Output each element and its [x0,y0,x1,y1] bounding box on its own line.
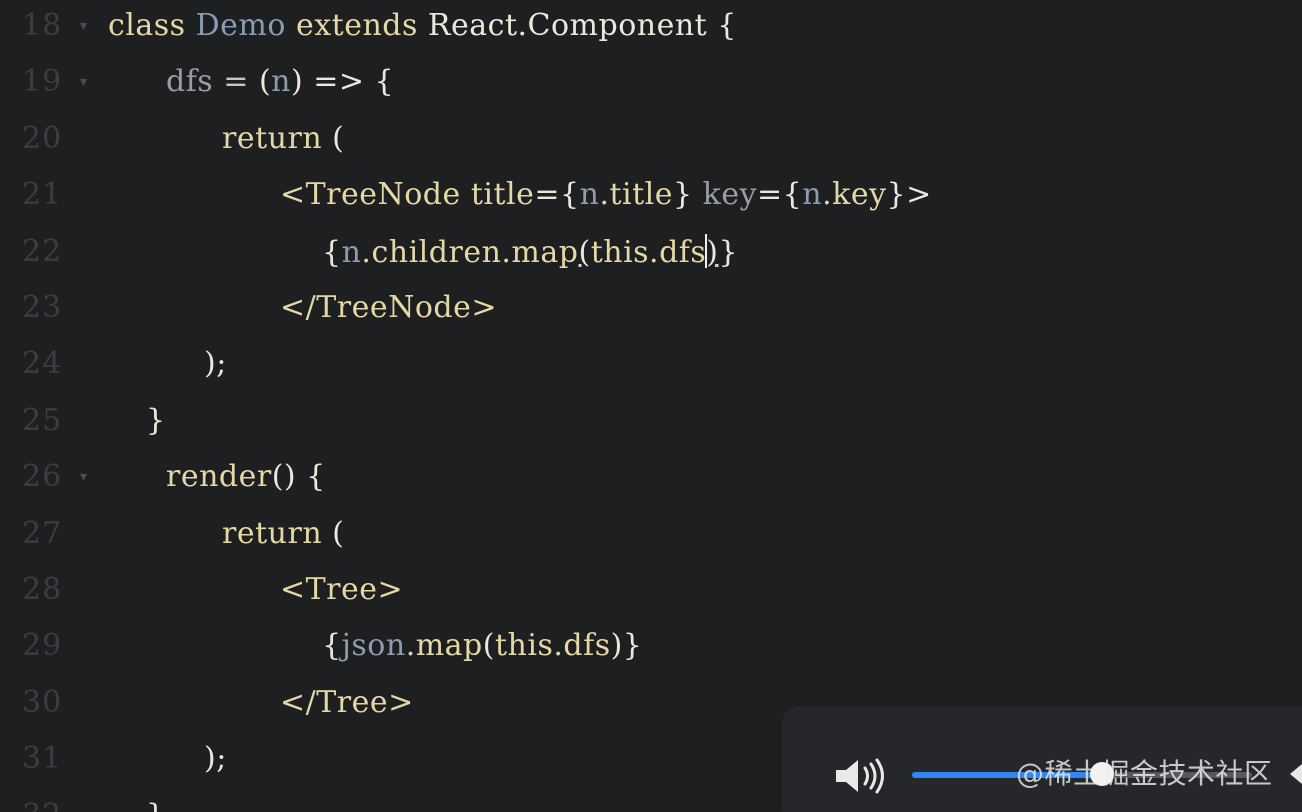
code-text[interactable]: {n.children.map(this.dfs)} [322,233,739,270]
code-token: )} [610,628,643,664]
code-token: .key [822,177,887,213]
line-number: 24 [22,346,63,382]
code-text[interactable]: } [146,798,166,812]
code-editor[interactable]: 18 ▾ class Demo extends React.Component {1… [0,0,1302,812]
code-token: } [718,234,739,270]
code-text[interactable]: class Demo extends React.Component { [108,8,737,43]
code-token: ); [204,346,227,382]
fold-arrow-icon[interactable]: ▾ [80,74,87,90]
chevron-left-icon[interactable] [1290,764,1302,784]
line-number: 20 [22,120,63,156]
line-number: 21 [22,177,63,213]
line-number: 22 [22,233,63,269]
code-token: .children.map [361,234,579,270]
code-token: ={ [757,177,803,213]
code-token: extends [295,8,428,43]
code-token: n [802,177,823,213]
code-token: ( [482,628,495,664]
code-token: key [702,177,758,213]
code-line[interactable]: 29 {json.map(this.dfs)} [0,622,1302,678]
code-text[interactable]: ); [204,346,227,381]
line-number: 30 [22,684,63,720]
fold-arrow-icon[interactable]: ▾ [80,469,87,485]
code-token: n [579,177,600,213]
code-text[interactable]: } [146,403,166,438]
line-number: 26 [22,459,63,495]
line-number: 19 [22,64,63,100]
code-text[interactable]: <Tree> [280,572,403,607]
code-token: } [146,402,166,438]
code-text[interactable]: </Tree> [280,685,414,720]
code-token: json [341,628,406,664]
code-line[interactable]: 27 return ( [0,510,1302,566]
code-token: } [673,177,703,213]
code-token: return [222,120,333,156]
code-token: { [322,628,342,664]
code-text[interactable]: {json.map(this.dfs)} [322,628,642,663]
code-line[interactable]: 18 ▾ class Demo extends React.Component { [0,2,1302,58]
line-number: 25 [22,402,63,438]
code-token: <TreeNode [280,177,471,213]
code-token: title [470,177,535,213]
code-text[interactable]: return ( [222,121,344,156]
code-token: ) [706,234,719,270]
code-text[interactable]: <TreeNode title={n.title} key={n.key}> [280,177,932,212]
code-token: ( [578,234,591,270]
line-number: 28 [22,572,63,607]
code-line[interactable]: 24); [0,340,1302,396]
watermark: @稀土掘金技术社区 [1016,757,1273,790]
code-token: n [341,234,362,270]
code-token: } [146,798,166,812]
code-token: () { [271,459,326,495]
code-token: ={ [534,177,580,213]
code-token: ( [332,120,345,156]
code-token: render [166,459,272,495]
code-token: ); [204,741,227,777]
code-token: Demo [195,8,296,43]
code-line[interactable]: 25} [0,397,1302,453]
line-number: 23 [22,290,63,325]
code-token: .map [405,628,483,664]
code-text[interactable]: ); [204,741,227,776]
code-token: </Tree> [280,684,414,720]
code-text[interactable]: render() { [166,459,326,494]
code-token: { [322,234,342,270]
code-text[interactable]: </TreeNode> [280,290,497,325]
code-token: dfs [166,64,224,100]
code-line[interactable]: 19 ▾ dfs = (n) => { [0,58,1302,114]
code-token: ( [332,515,345,551]
code-token: }> [886,177,932,213]
line-number: 29 [22,628,63,664]
code-line[interactable]: 21 <TreeNode title={n.title} key={n.key}> [0,171,1302,227]
code-line[interactable]: 26 ▾ render() { [0,453,1302,509]
code-token: </TreeNode> [280,290,498,325]
line-number: 31 [22,741,63,777]
code-token: ) => { [290,64,395,100]
speaker-icon[interactable] [832,756,888,796]
code-token: this.dfs [590,234,707,270]
code-token: class [108,8,196,43]
code-token: { [717,8,737,43]
line-number: 32 [22,798,62,812]
code-token: .title [599,177,674,213]
fold-arrow-icon[interactable]: ▾ [80,18,87,34]
code-token: ( [258,64,272,100]
line-number: 27 [22,515,63,551]
code-line[interactable]: 20 return ( [0,115,1302,171]
code-line[interactable]: 28 <Tree> [0,566,1302,622]
code-token: React.Component [427,8,718,43]
line-number: 18 [22,8,63,43]
code-line[interactable]: 23 </TreeNode> [0,284,1302,340]
code-text[interactable]: dfs = (n) => { [166,64,394,99]
code-token: n [271,64,291,100]
code-token: = [223,64,259,100]
code-token: <Tree> [280,572,404,607]
code-token: this.dfs [494,628,611,664]
code-line[interactable]: 22 {n.children.map(this.dfs)} [0,228,1302,284]
code-text[interactable]: return ( [222,516,344,551]
code-token: return [222,515,333,551]
